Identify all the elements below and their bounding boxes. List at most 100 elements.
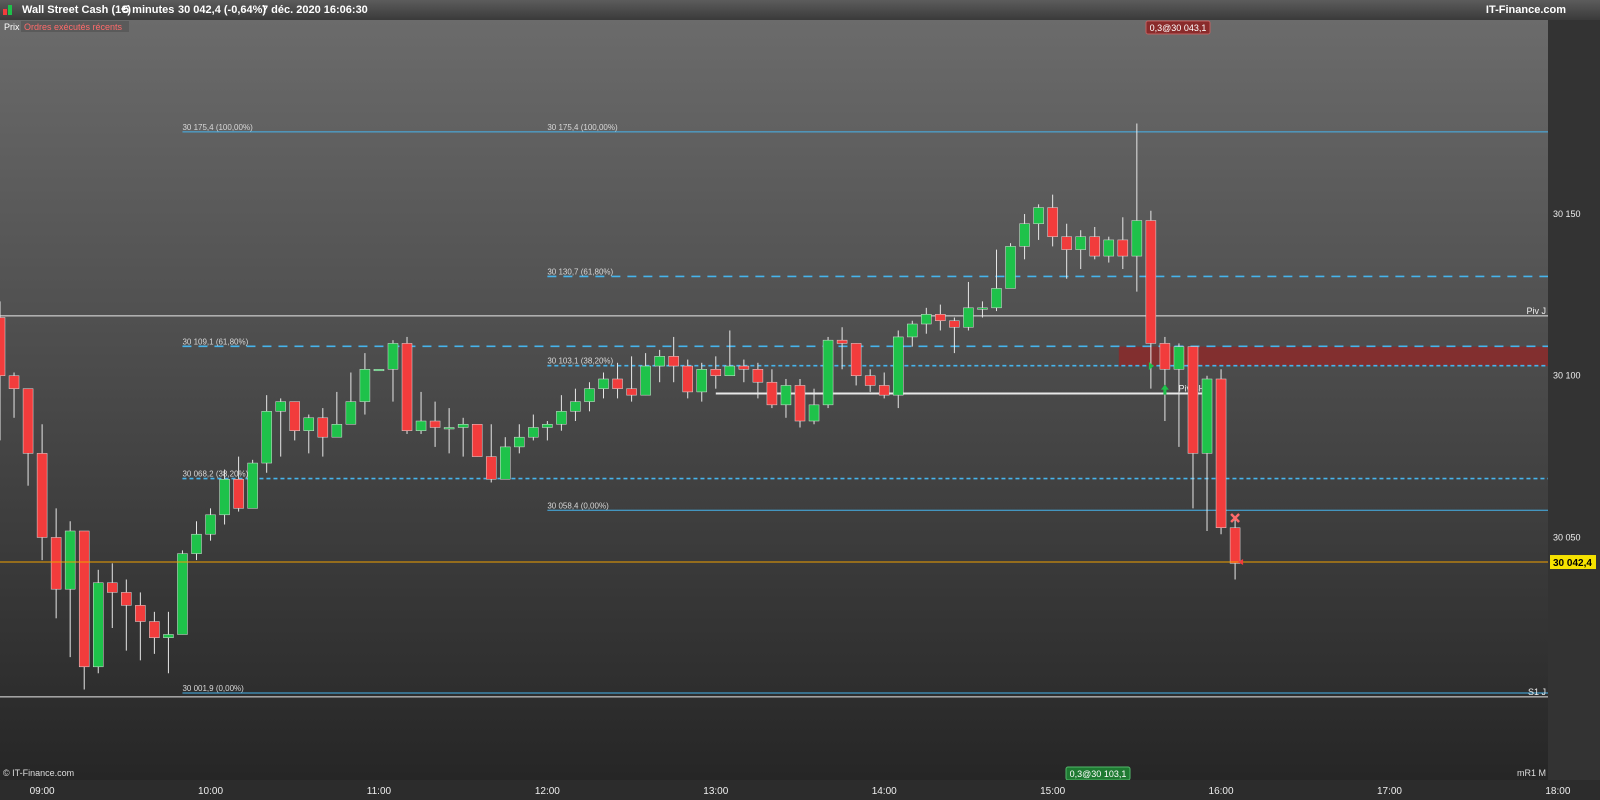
candle-down[interactable] (107, 582, 118, 593)
candle-up[interactable] (191, 533, 202, 554)
watermark: © IT-Finance.com (3, 768, 74, 778)
candle-up[interactable] (640, 365, 651, 396)
candle-down[interactable] (317, 417, 329, 438)
candle-up[interactable] (92, 582, 104, 668)
candle-up[interactable] (1033, 207, 1044, 224)
candle-up[interactable] (443, 427, 455, 430)
candle-up[interactable] (892, 336, 904, 396)
candle-down[interactable] (485, 456, 497, 480)
candle-down[interactable] (626, 388, 637, 396)
candle-up[interactable] (808, 404, 820, 422)
candle-up[interactable] (275, 401, 286, 412)
candle-down[interactable] (682, 365, 693, 393)
candle-down[interactable] (1229, 527, 1241, 564)
candle-up[interactable] (822, 339, 834, 406)
candle-down[interactable] (1187, 346, 1199, 454)
candle-down[interactable] (850, 343, 862, 376)
candle-up[interactable] (696, 369, 708, 393)
candle-down[interactable] (1047, 207, 1058, 237)
order-tag-buy[interactable]: 0,3@30 103,1 (1065, 766, 1131, 780)
candle-down[interactable] (878, 385, 890, 396)
candle-down[interactable] (1215, 378, 1227, 528)
candle-down[interactable] (1159, 343, 1171, 370)
candle-down[interactable] (710, 369, 722, 376)
candle-up[interactable] (387, 343, 399, 370)
candle-down[interactable] (1061, 236, 1072, 250)
last-price-change: 30 042,4 (-0,64%) (178, 4, 267, 16)
candle-up[interactable] (1075, 236, 1086, 250)
candle-up[interactable] (991, 288, 1002, 309)
candle-up[interactable] (415, 420, 427, 431)
x-tick-label: 18:00 (1545, 786, 1570, 797)
candle-up[interactable] (724, 365, 736, 376)
candle-up[interactable] (359, 369, 371, 402)
candle-down[interactable] (752, 369, 764, 383)
candle-up[interactable] (514, 436, 525, 448)
candle-down[interactable] (8, 375, 20, 389)
order-tag-sell-label: 0,3@30 043,1 (1150, 23, 1207, 33)
candle-down[interactable] (135, 605, 146, 622)
candle-down[interactable] (949, 320, 960, 328)
candle-up[interactable] (303, 417, 315, 431)
candle-up[interactable] (584, 388, 595, 402)
candle-up[interactable] (570, 401, 581, 412)
candle-down[interactable] (401, 343, 413, 431)
candle-down[interactable] (0, 317, 6, 376)
candle-up[interactable] (1005, 246, 1016, 289)
candle-down[interactable] (1089, 236, 1100, 257)
candle-down[interactable] (1117, 239, 1129, 257)
candle-down[interactable] (78, 530, 90, 668)
candle-up[interactable] (205, 514, 216, 535)
candle-up[interactable] (977, 307, 988, 310)
candle-down[interactable] (1145, 220, 1157, 344)
candle-up[interactable] (598, 378, 609, 389)
candle-down[interactable] (612, 378, 623, 389)
candle-up[interactable] (261, 411, 272, 464)
candle-up[interactable] (219, 478, 230, 516)
candle-up[interactable] (163, 634, 174, 638)
candle-down[interactable] (471, 424, 483, 457)
candle-up[interactable] (373, 369, 385, 372)
candle-down[interactable] (864, 375, 876, 386)
candle-down[interactable] (22, 388, 34, 454)
candle-up[interactable] (247, 462, 258, 509)
candle-up[interactable] (64, 530, 76, 590)
fib-level-label: 30 175,4 (100,00%) (182, 123, 253, 132)
candle-down[interactable] (429, 420, 441, 428)
candle-down[interactable] (121, 592, 132, 606)
timeframe-label[interactable]: 5 minutes (123, 4, 174, 16)
candle-up[interactable] (1019, 223, 1030, 247)
candle-up[interactable] (542, 424, 553, 428)
candle-up[interactable] (331, 424, 343, 438)
candle-down[interactable] (794, 385, 806, 422)
candle-up[interactable] (457, 424, 469, 428)
fib-level-label: 30 175,4 (100,00%) (547, 123, 618, 132)
candle-down[interactable] (149, 621, 160, 638)
candle-up[interactable] (780, 385, 792, 406)
candle-up[interactable] (345, 401, 357, 425)
candle-down[interactable] (36, 453, 48, 538)
candle-down[interactable] (836, 339, 848, 344)
candle-up[interactable] (528, 427, 539, 438)
order-tag-sell[interactable]: 0,3@30 043,1 (1145, 20, 1211, 35)
candle-down[interactable] (50, 537, 62, 590)
candle-up[interactable] (921, 314, 932, 325)
candle-down[interactable] (935, 314, 946, 322)
candle-up[interactable] (963, 307, 974, 328)
x-tick-label: 11:00 (367, 786, 392, 797)
candle-up[interactable] (177, 553, 188, 635)
candle-down[interactable] (738, 365, 750, 370)
candle-up[interactable] (1103, 239, 1115, 257)
candle-up[interactable] (556, 411, 567, 425)
candle-up[interactable] (1201, 378, 1213, 454)
candle-down[interactable] (233, 478, 244, 509)
candle-up[interactable] (907, 323, 918, 338)
candle-up[interactable] (654, 356, 665, 367)
price-chart[interactable]: 30 175,4 (100,00%) 30 175,4 (100,00%) 30 1… (0, 20, 1600, 780)
candle-down[interactable] (766, 381, 778, 406)
candle-up[interactable] (1173, 346, 1185, 370)
candle-down[interactable] (289, 401, 300, 431)
candle-up[interactable] (500, 446, 511, 480)
candle-down[interactable] (668, 356, 679, 367)
candle-up[interactable] (1131, 220, 1143, 257)
